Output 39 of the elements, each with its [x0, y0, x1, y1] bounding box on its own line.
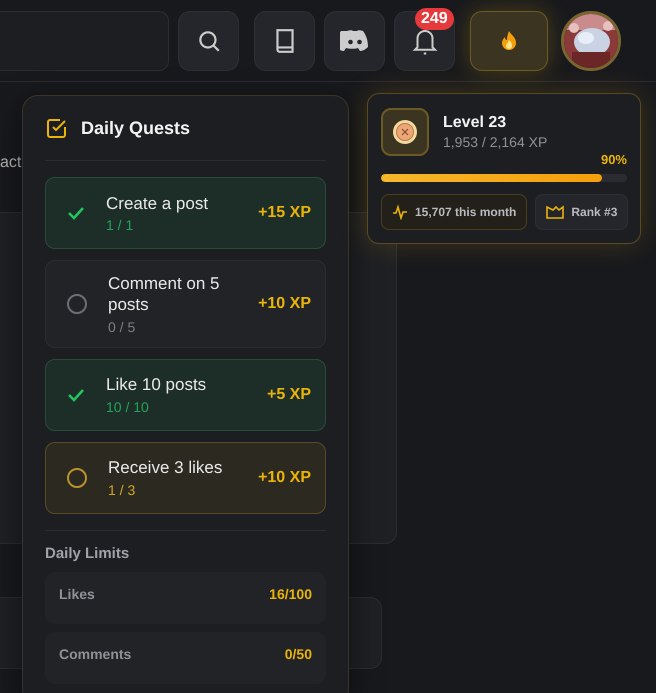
xp-reward: +10 XP — [258, 294, 311, 313]
notifications-button[interactable]: 249 — [394, 10, 455, 70]
quest-progress: 1 / 1 — [106, 217, 134, 234]
xp-reward: +10 XP — [258, 468, 311, 486]
search-button[interactable] — [178, 10, 239, 70]
game-controller-icon — [340, 28, 370, 52]
limit-value: 0/50 — [284, 646, 312, 662]
crown-icon — [546, 205, 564, 219]
percent-label: 90% — [600, 152, 627, 167]
limit-label: Likes — [59, 586, 95, 602]
background-text: act — [0, 154, 22, 171]
circle-icon — [66, 292, 88, 315]
book-button[interactable] — [254, 10, 315, 70]
quest-title: Like 10 posts — [106, 374, 208, 396]
chat-button[interactable] — [324, 10, 385, 70]
quest-progress: 10 / 10 — [106, 398, 150, 415]
quest-title: Receive 3 likes — [108, 457, 224, 479]
streak-button[interactable] — [470, 10, 548, 70]
activity-icon — [392, 204, 408, 220]
chip-label: 15,707 this month — [415, 205, 516, 219]
coin-icon — [381, 108, 429, 156]
quest-progress: 0 / 5 — [108, 318, 136, 334]
flame-icon — [499, 30, 519, 52]
xp-reward: +5 XP — [266, 386, 311, 404]
search-field[interactable] — [0, 10, 169, 70]
circle-icon — [66, 466, 88, 488]
level-title: Level 23 — [443, 114, 508, 132]
xp-progress-text: 1,953 / 2,164 XP — [443, 134, 548, 150]
limit-value: 16/100 — [269, 586, 312, 602]
quest-progress: 1 / 3 — [108, 482, 136, 498]
xp-reward: +15 XP — [258, 204, 311, 222]
limit-label: Comments — [59, 646, 132, 662]
section-title: Daily Limits — [45, 544, 130, 562]
chip-label: Rank #3 — [571, 205, 618, 219]
checkbox-icon — [45, 116, 69, 140]
quest-title: Create a post — [106, 192, 210, 214]
quest-title: Comment on 5 posts — [108, 273, 220, 316]
notification-badge: 249 — [415, 8, 454, 30]
panel-title: Daily Quests — [81, 118, 190, 138]
